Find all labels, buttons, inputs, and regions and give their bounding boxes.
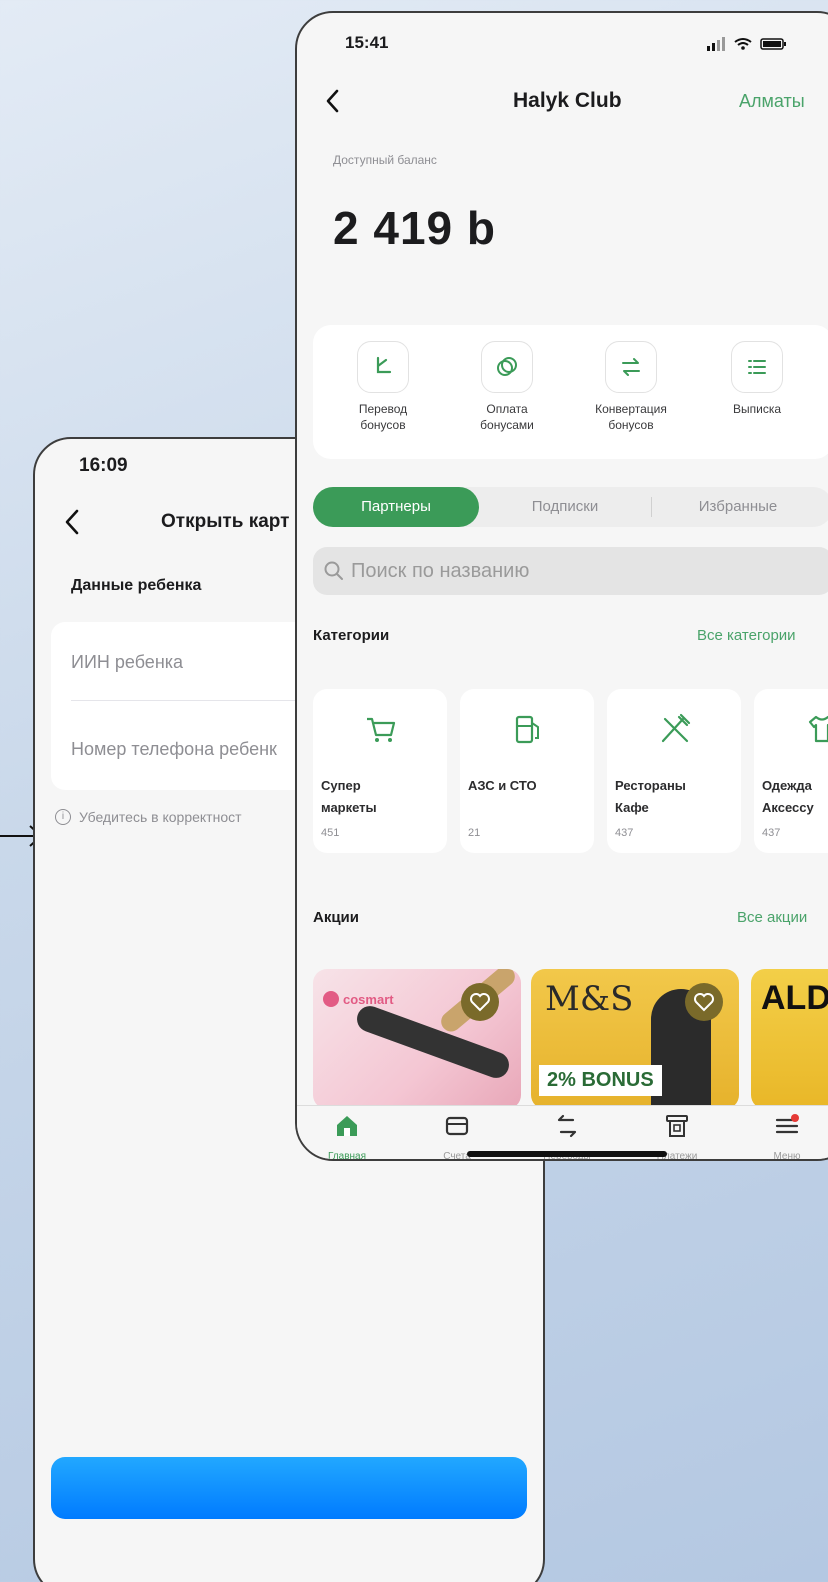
front-phone-screen: 15:41 Halyk Club Алматы Доступный баланс…	[295, 11, 828, 1161]
category-count: 451	[321, 827, 340, 839]
convert-arrows-icon	[605, 341, 657, 393]
back-arrow-icon[interactable]	[61, 507, 83, 537]
brand-name: cosmart	[343, 991, 394, 1007]
category-count: 437	[762, 827, 781, 839]
tab-menu[interactable]: Меню	[747, 1112, 827, 1161]
balance-label: Доступный баланс	[333, 153, 437, 167]
action-pay-bonuses[interactable]: Оплата бонусами	[447, 341, 567, 433]
iin-field[interactable]: ИИН ребенка	[71, 652, 183, 673]
action-label: Выписка	[732, 402, 782, 416]
status-time: 16:09	[79, 455, 128, 476]
category-card-fuel[interactable]: АЗС и СТО 21	[460, 689, 594, 853]
tab-partners[interactable]: Партнеры	[313, 487, 479, 527]
search-input[interactable]: Поиск по названию	[313, 547, 828, 595]
menu-icon	[775, 1114, 799, 1134]
action-statement[interactable]: Выписка	[697, 341, 817, 417]
action-label: Конвертация бонусов	[595, 402, 667, 432]
quick-actions: Перевод бонусов Оплата бонусами Конверта…	[313, 325, 828, 459]
search-icon	[324, 561, 343, 580]
brand-name: ALD	[761, 979, 828, 1017]
phone-field[interactable]: Номер телефона ребенк	[71, 739, 277, 760]
promos-heading: Акции	[313, 909, 360, 926]
bonus-transfer-icon	[357, 341, 409, 393]
category-name: Рестораны Кафе	[615, 778, 686, 815]
action-convert[interactable]: Конвертация бонусов	[571, 341, 691, 433]
action-label: Оплата бонусами	[480, 402, 534, 432]
transfer-icon	[557, 1114, 577, 1138]
action-label: Перевод бонусов	[358, 402, 408, 432]
favorite-heart-icon[interactable]	[461, 983, 499, 1021]
bonus-badge: 2% BONUS	[539, 1065, 662, 1096]
cart-icon	[367, 717, 396, 742]
info-icon: i	[55, 809, 71, 825]
balance-value: 2 419 b	[333, 202, 496, 254]
section-title: Данные ребенка	[71, 577, 202, 594]
hint-label: Убедитесь в корректност	[79, 809, 242, 825]
all-promos-link[interactable]: Все акции	[737, 909, 807, 926]
payment-icon	[666, 1115, 688, 1137]
search-placeholder: Поиск по названию	[351, 559, 530, 582]
clothes-icon	[808, 715, 828, 743]
restaurant-icon	[661, 713, 691, 743]
categories-heading: Категории	[313, 627, 390, 644]
category-card-restaurants[interactable]: Рестораны Кафе 437	[607, 689, 741, 853]
category-card-supermarkets[interactable]: Супер маркеты 451	[313, 689, 447, 853]
home-indicator	[467, 1151, 667, 1157]
category-name: АЗС и СТО	[468, 778, 537, 793]
tab-subscriptions[interactable]: Подписки	[479, 487, 651, 527]
fuel-icon	[515, 715, 539, 744]
card-icon	[445, 1116, 469, 1136]
status-time: 15:41	[345, 33, 389, 52]
all-categories-link[interactable]: Все категории	[697, 627, 796, 644]
category-count: 437	[615, 827, 634, 839]
category-card-clothes[interactable]: Одежда Аксессу 437	[754, 689, 828, 853]
coins-icon	[481, 341, 533, 393]
segment-tabs: Партнеры Подписки Избранные	[313, 487, 828, 527]
list-icon	[731, 341, 783, 393]
page-title: Halyk Club	[513, 89, 622, 112]
hint-text: i Убедитесь в корректност	[55, 809, 242, 825]
category-name: Одежда Аксессу	[762, 778, 814, 815]
status-icons	[707, 37, 786, 51]
promo-card-aldo[interactable]: ALD	[751, 969, 828, 1109]
promo-card-cosmart[interactable]: cosmart	[313, 969, 521, 1109]
favorite-heart-icon[interactable]	[685, 983, 723, 1021]
promo-card-ms[interactable]: M&S 2% BONUS	[531, 969, 739, 1109]
tab-home[interactable]: Главная	[307, 1112, 387, 1159]
back-arrow-icon[interactable]	[323, 87, 341, 115]
city-selector[interactable]: Алматы	[739, 91, 805, 112]
continue-button[interactable]	[51, 1457, 527, 1519]
category-count: 21	[468, 827, 481, 839]
page-title: Открыть карт	[161, 511, 290, 532]
category-name: Супер маркеты	[321, 778, 377, 815]
home-icon	[337, 1116, 357, 1136]
tab-favorites[interactable]: Избранные	[652, 487, 824, 527]
cosmart-logo: cosmart	[323, 991, 394, 1007]
tab-label: Меню	[773, 1151, 801, 1161]
brand-name: M&S	[545, 979, 634, 1019]
action-bonus-transfer[interactable]: Перевод бонусов	[323, 341, 443, 433]
